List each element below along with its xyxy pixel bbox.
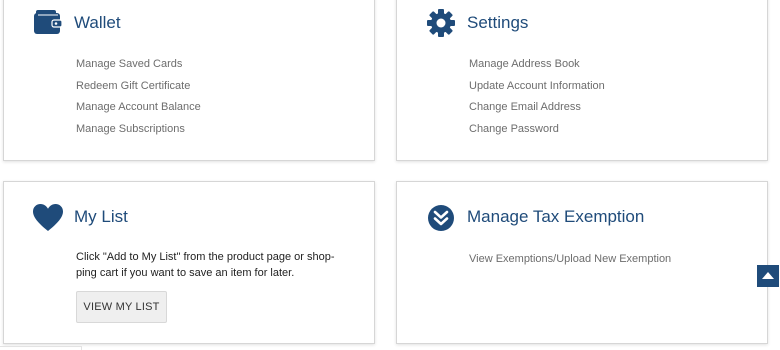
- double-chevron-down-icon: [425, 202, 457, 234]
- wallet-card: Wallet Manage Saved Cards Redeem Gift Ce…: [3, 0, 375, 161]
- tax-exemption-links: View Exemptions/Upload New Exemption: [469, 252, 671, 274]
- update-account-information-link[interactable]: Update Account Information: [469, 79, 605, 101]
- settings-card: Settings Manage Address Book Update Acco…: [396, 0, 768, 161]
- mylist-title: My List: [74, 207, 128, 226]
- wallet-links: Manage Saved Cards Redeem Gift Certifica…: [76, 57, 201, 143]
- gear-icon: [425, 6, 457, 38]
- manage-account-balance-link[interactable]: Manage Account Balance: [76, 100, 201, 122]
- tax-exemption-title: Manage Tax Exemption: [467, 207, 645, 226]
- view-my-list-button[interactable]: VIEW MY LIST: [76, 291, 167, 323]
- bottom-card-edge: [0, 346, 82, 350]
- manage-subscriptions-link[interactable]: Manage Subscriptions: [76, 122, 201, 144]
- mylist-description: Click "Add to My List" from the product …: [76, 251, 335, 279]
- mylist-card: My List Click "Add to My List" from the …: [3, 181, 375, 344]
- wallet-icon: [32, 6, 64, 38]
- arrow-up-icon: [762, 272, 774, 279]
- settings-title: Settings: [467, 13, 529, 32]
- manage-address-book-link[interactable]: Manage Address Book: [469, 57, 605, 79]
- change-password-link[interactable]: Change Password: [469, 122, 605, 144]
- settings-links: Manage Address Book Update Account Infor…: [469, 57, 605, 143]
- wallet-title: Wallet: [74, 13, 121, 32]
- heart-icon: [32, 202, 64, 234]
- view-exemptions-upload-link[interactable]: View Exemptions/Upload New Exemption: [469, 252, 671, 274]
- manage-saved-cards-link[interactable]: Manage Saved Cards: [76, 57, 201, 79]
- redeem-gift-certificate-link[interactable]: Redeem Gift Certificate: [76, 79, 201, 101]
- tax-exemption-card: Manage Tax Exemption View Exemptions/Upl…: [396, 181, 768, 344]
- scroll-to-top-button[interactable]: [757, 265, 779, 287]
- change-email-address-link[interactable]: Change Email Address: [469, 100, 605, 122]
